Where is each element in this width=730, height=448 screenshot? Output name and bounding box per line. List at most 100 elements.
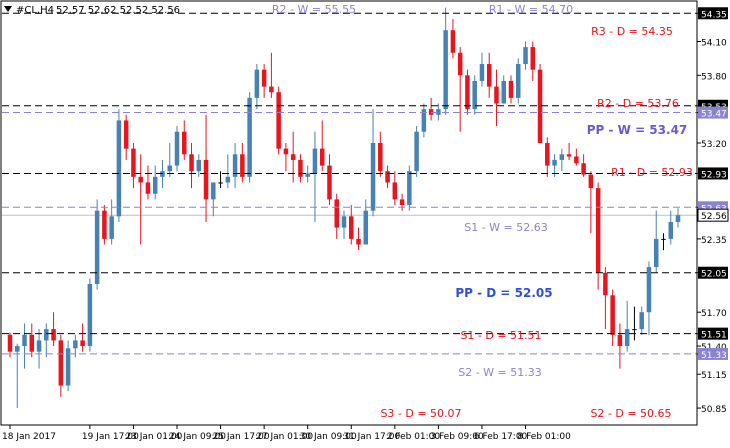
candlestick-chart[interactable]: R3 - D = 54.35 R2 - D = 53.76 R1 - D = 52.… — [0, 0, 730, 444]
candle-body — [603, 272, 608, 296]
candle-body — [436, 109, 441, 115]
candle-body — [530, 47, 536, 70]
candle[interactable] — [414, 126, 419, 177]
candle-body — [646, 267, 652, 313]
candle-body — [152, 176, 158, 194]
candle-body — [15, 346, 20, 352]
candle-body — [675, 215, 681, 222]
daily-pivot-label: PP - D = 52.05 — [455, 286, 552, 300]
candle[interactable] — [87, 278, 93, 352]
candle-body — [218, 182, 223, 184]
candle-body — [36, 340, 42, 352]
candle-body — [44, 329, 49, 341]
candle-body — [109, 216, 114, 239]
price-tick-label: 53.20 — [701, 140, 727, 150]
candle[interactable] — [102, 205, 107, 245]
candle[interactable] — [465, 69, 470, 115]
candle-body — [523, 47, 528, 65]
candle-body — [472, 80, 477, 110]
daily-pivot-label: S1 - D = 51.51 — [460, 329, 541, 342]
candle-body — [574, 156, 579, 164]
price-tick-label: 54.35 — [701, 10, 727, 20]
price-tick-label: 52.93 — [701, 170, 727, 180]
candle-body — [588, 174, 594, 189]
candle-body — [167, 165, 172, 172]
candle-body — [116, 120, 122, 217]
candle-body — [378, 143, 383, 172]
candle[interactable] — [407, 165, 412, 211]
candle-body — [160, 171, 165, 177]
price-tick-label: 51.70 — [701, 309, 727, 319]
candle-body — [131, 148, 136, 177]
candle-body — [610, 295, 615, 335]
candle-body — [668, 221, 673, 239]
candle-body — [661, 238, 666, 240]
candle[interactable] — [174, 126, 180, 172]
candle-body — [501, 80, 506, 104]
time-tick-label: 8 Feb 01:00 — [518, 432, 572, 442]
price-tick-label: 51.33 — [701, 351, 727, 361]
candle-body — [182, 131, 187, 155]
price-tick-label: 52.35 — [701, 236, 727, 246]
candle-body — [443, 30, 448, 110]
symbol-label: #CL,H4 — [16, 5, 54, 16]
daily-pivot-label: S3 - D = 50.07 — [380, 407, 461, 420]
price-tick-label: 53.80 — [701, 72, 727, 82]
weekly-pivot-label: S1 - W = 52.63 — [464, 221, 548, 234]
candle-body — [363, 210, 369, 245]
candle-body — [298, 159, 303, 177]
candle-body — [73, 340, 78, 349]
candle[interactable] — [516, 58, 521, 104]
candle-body — [189, 154, 194, 172]
candle-body — [305, 173, 310, 177]
candle-body — [102, 210, 107, 239]
chart-header: #CL,H4 52.57 52.62 52.52 52.56 — [4, 5, 180, 16]
candle-body — [123, 120, 129, 149]
candle[interactable] — [472, 75, 477, 115]
candle-body — [327, 165, 332, 200]
chart-window[interactable]: R3 - D = 54.35 R2 - D = 53.76 R1 - D = 52.… — [0, 0, 730, 444]
candle-body — [624, 329, 630, 347]
candle-body — [617, 334, 623, 347]
candle-body — [479, 64, 485, 81]
candle-body — [494, 86, 499, 104]
candle-body — [58, 340, 64, 386]
daily-pivot-label: R2 - D = 53.76 — [597, 97, 679, 110]
price-tick-label: 51.15 — [701, 371, 727, 381]
candle-body — [261, 69, 267, 87]
ohlc-values: 52.57 52.62 52.52 52.56 — [56, 5, 180, 16]
candle-body — [407, 171, 412, 206]
daily-pivot-label: R3 - D = 54.35 — [591, 25, 673, 38]
weekly-pivot-label: S2 - W = 51.33 — [458, 366, 542, 379]
candle-body — [7, 334, 13, 352]
candle-body — [486, 64, 492, 87]
candle-body — [653, 238, 659, 268]
candle-body — [545, 143, 550, 166]
candle[interactable] — [94, 199, 100, 290]
candle-body — [319, 148, 325, 166]
candle[interactable] — [116, 109, 122, 222]
candle-body — [581, 163, 586, 175]
daily-pivot-label: R1 - D = 52.93 — [611, 166, 693, 179]
candle[interactable] — [276, 86, 281, 155]
candle-body — [341, 216, 347, 228]
price-tick-label: 54.10 — [701, 38, 727, 48]
candle-body — [22, 334, 27, 347]
candle-body — [87, 284, 93, 347]
price-tick-label: 52.56 — [701, 212, 727, 222]
candle-body — [356, 238, 361, 245]
candle-body — [196, 159, 202, 172]
candle-body — [269, 86, 274, 93]
candle-body — [290, 154, 296, 160]
candle-body — [225, 176, 231, 183]
candle-body — [349, 216, 354, 239]
candle-body — [334, 199, 339, 228]
candle-body — [552, 159, 557, 166]
candle-body — [145, 182, 151, 194]
price-tick-label: 52.05 — [701, 270, 727, 280]
daily-pivot-label: S2 - D = 50.65 — [590, 407, 671, 420]
weekly-pivot-label: PP - W = 53.47 — [587, 123, 688, 137]
candle-body — [516, 64, 521, 98]
weekly-pivot-label: R2 - W = 55.55 — [272, 3, 356, 16]
candle[interactable] — [537, 64, 543, 143]
